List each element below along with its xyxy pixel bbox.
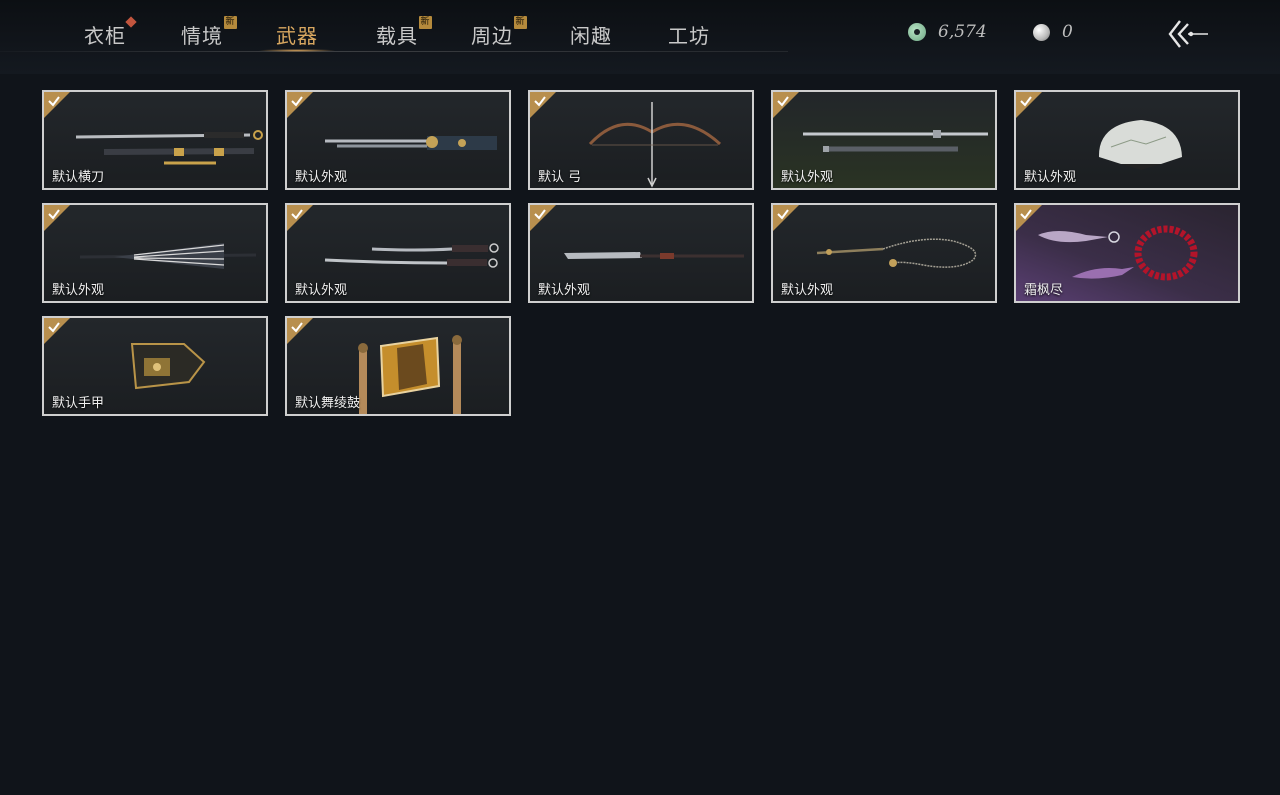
top-bar: 衣柜 情境 新 武器 载具 新 周边 新 闲趣 工坊 6,574 0 (0, 0, 1280, 74)
checkmark-icon (48, 209, 60, 220)
checkmark-icon (777, 209, 789, 220)
back-arrow-icon (1168, 20, 1208, 48)
tab-label: 载具 (376, 24, 418, 48)
weapon-card[interactable]: 默认外观 (1014, 90, 1240, 190)
new-badge: 新 (514, 16, 527, 29)
item-name: 默认舞绫鼓 (295, 396, 361, 411)
jade-coin-icon (908, 23, 926, 41)
checkmark-icon (777, 96, 789, 107)
checkmark-icon (48, 322, 60, 333)
pearl-icon (1033, 23, 1050, 41)
weapon-card[interactable]: 默认舞绫鼓 (285, 316, 511, 416)
pearl-currency: 0 (1033, 20, 1073, 44)
weapon-card[interactable]: 默认外观 (528, 203, 754, 303)
item-name: 默认 弓 (538, 170, 582, 185)
weapon-card[interactable]: 默认手甲 (42, 316, 268, 416)
item-name: 默认外观 (781, 170, 834, 185)
checkmark-icon (534, 209, 546, 220)
item-name: 霜枫尽 (1024, 283, 1064, 298)
item-name: 默认外观 (52, 283, 105, 298)
checkmark-icon (1020, 96, 1032, 107)
tab-vehicles[interactable]: 载具 新 (376, 16, 432, 50)
item-name: 默认外观 (295, 283, 348, 298)
checkmark-icon (1020, 209, 1032, 220)
item-name: 默认横刀 (52, 170, 105, 185)
weapon-card[interactable]: 默认 弓 (528, 90, 754, 190)
checkmark-icon (291, 322, 303, 333)
tab-label: 闲趣 (570, 24, 612, 48)
checkmark-icon (291, 209, 303, 220)
tab-peripherals[interactable]: 周边 新 (471, 16, 527, 50)
weapon-card[interactable]: 默认横刀 (42, 90, 268, 190)
checkmark-icon (48, 96, 60, 107)
tab-label: 周边 (471, 24, 513, 48)
item-name: 默认外观 (1024, 170, 1077, 185)
weapon-card[interactable]: 默认外观 (285, 203, 511, 303)
item-name: 默认外观 (295, 170, 348, 185)
tab-wardrobe[interactable]: 衣柜 (84, 16, 137, 50)
item-name: 默认外观 (781, 283, 834, 298)
jade-amount: 6,574 (938, 22, 987, 42)
pearl-amount: 0 (1062, 22, 1073, 42)
weapon-card[interactable]: 默认外观 (771, 90, 997, 190)
weapon-card[interactable]: 默认外观 (42, 203, 268, 303)
weapon-card[interactable]: 霜枫尽 (1014, 203, 1240, 303)
tab-weapons[interactable]: 武器 (276, 20, 318, 50)
notification-dot-icon (125, 16, 137, 28)
jade-currency: 6,574 (908, 20, 987, 44)
checkmark-icon (291, 96, 303, 107)
checkmark-icon (534, 96, 546, 107)
item-name: 默认手甲 (52, 396, 105, 411)
weapon-card[interactable]: 默认外观 (771, 203, 997, 303)
back-button[interactable] (1166, 16, 1212, 52)
nav-divider (0, 51, 788, 52)
weapon-card[interactable]: 默认外观 (285, 90, 511, 190)
tab-label: 武器 (276, 24, 318, 48)
new-badge: 新 (419, 16, 432, 29)
new-badge: 新 (224, 16, 237, 29)
active-tab-indicator (258, 49, 336, 52)
tab-leisure[interactable]: 闲趣 (570, 20, 612, 50)
tab-workshop[interactable]: 工坊 (668, 20, 710, 50)
tab-label: 情境 (181, 24, 223, 48)
tab-label: 衣柜 (84, 24, 126, 48)
item-name: 默认外观 (538, 283, 591, 298)
tab-label: 工坊 (668, 24, 710, 48)
tab-scene[interactable]: 情境 新 (181, 16, 237, 50)
